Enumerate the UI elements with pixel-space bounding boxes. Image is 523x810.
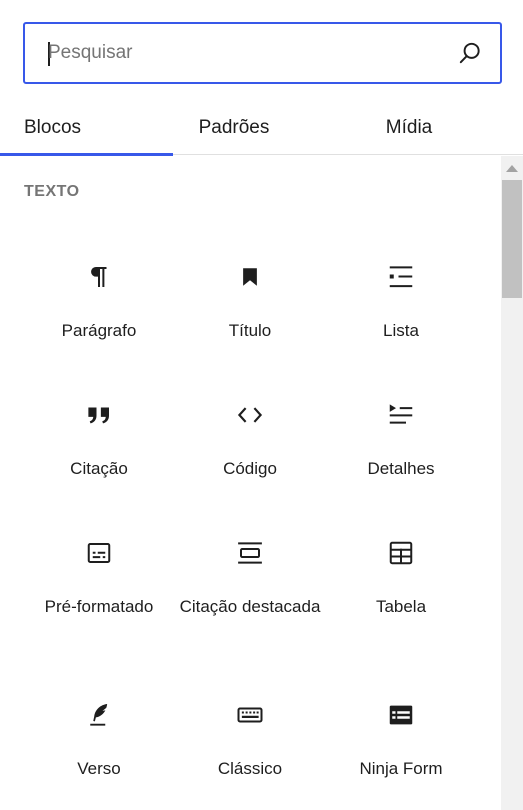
block-verse[interactable]: Verso (24, 700, 174, 781)
search-input[interactable] (48, 24, 448, 82)
block-quote[interactable]: Citação (24, 400, 174, 481)
paragraph-icon (91, 267, 107, 287)
list-icon (389, 266, 413, 288)
quote-icon (88, 407, 109, 424)
details-icon (389, 404, 413, 424)
vertical-scrollbar[interactable] (501, 156, 523, 810)
block-label: Citação (70, 459, 128, 478)
block-classic[interactable]: Clássico (175, 700, 325, 781)
verse-icon (90, 704, 108, 726)
bookmark-heading-icon (243, 268, 257, 286)
search-icon[interactable] (457, 40, 483, 66)
block-label: Tabela (375, 597, 427, 616)
block-label: Ninja Form (359, 759, 443, 778)
block-label: Título (228, 321, 272, 340)
code-icon (237, 407, 263, 423)
inserter-tabs: Blocos Padrões Mídia (0, 100, 523, 156)
block-label: Parágrafo (61, 321, 137, 340)
block-list-panel: TEXTO Parágrafo Título Lista Citação Cód… (0, 156, 500, 810)
block-details[interactable]: Detalhes (326, 400, 476, 481)
scroll-up-arrow-icon[interactable] (506, 165, 518, 172)
search-box[interactable] (23, 22, 502, 84)
block-preformatted[interactable]: Pré-formatado (24, 538, 174, 619)
tab-patterns[interactable]: Padrões (147, 100, 321, 155)
block-heading[interactable]: Título (175, 262, 325, 343)
section-title: TEXTO (24, 183, 80, 200)
block-label: Lista (383, 321, 419, 340)
preformatted-icon (87, 543, 111, 563)
keyboard-icon (237, 707, 263, 723)
block-label: Pré-formatado (44, 597, 154, 616)
table-icon (389, 541, 413, 565)
ninja-form-icon (389, 705, 413, 725)
block-table[interactable]: Tabela (326, 538, 476, 619)
block-code[interactable]: Código (175, 400, 325, 481)
block-label: Detalhes (367, 459, 435, 478)
block-paragraph[interactable]: Parágrafo (24, 262, 174, 343)
block-label: Verso (77, 759, 121, 778)
block-pullquote[interactable]: Citação destacada (175, 538, 325, 619)
tab-media[interactable]: Mídia (322, 100, 496, 155)
block-ninja-form[interactable]: Ninja Form (326, 700, 476, 781)
scrollbar-thumb[interactable] (502, 180, 522, 298)
block-list[interactable]: Lista (326, 262, 476, 343)
block-label: Código (223, 459, 277, 478)
block-label: Clássico (217, 759, 283, 778)
pullquote-icon (238, 542, 262, 564)
block-label: Citação destacada (179, 597, 321, 616)
